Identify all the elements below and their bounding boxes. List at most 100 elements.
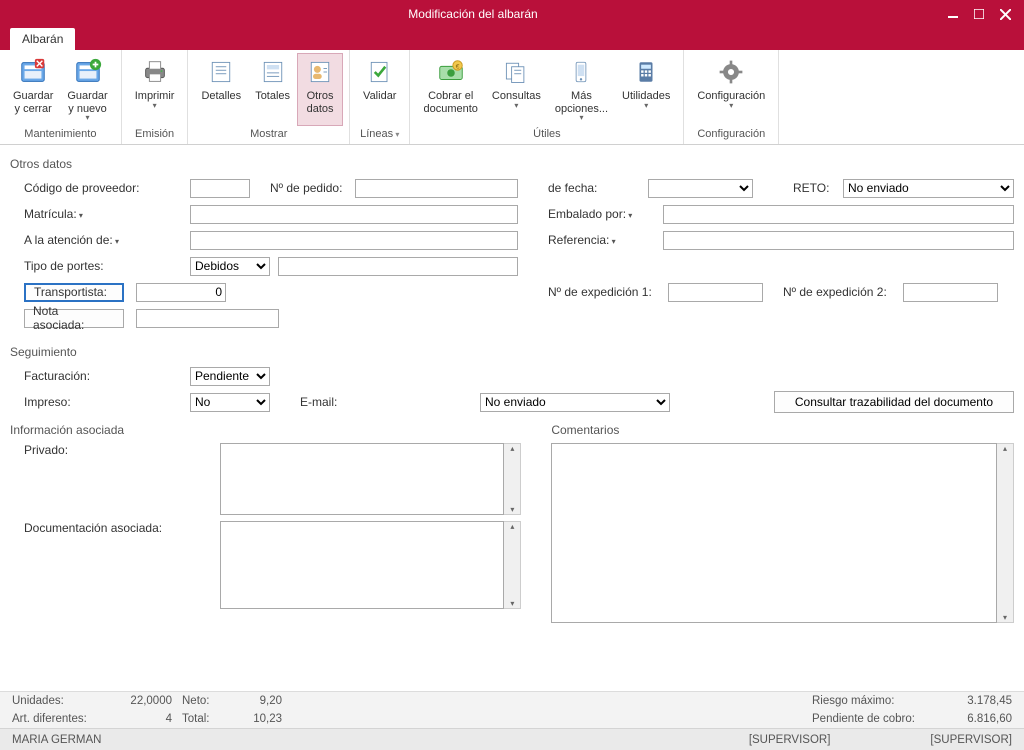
mas-opciones-button[interactable]: Más opciones... ▾ — [548, 53, 615, 126]
nota-asociada-input[interactable] — [136, 309, 279, 328]
details-icon — [205, 56, 237, 88]
footer-pendiente-label: Pendiente de cobro: — [812, 713, 942, 725]
group-mostrar-label: Mostrar — [194, 126, 343, 142]
save-close-icon — [17, 56, 49, 88]
embalado-por-input[interactable] — [663, 205, 1014, 224]
chevron-down-icon: ▾ — [579, 115, 583, 121]
tab-strip: Albarán — [0, 28, 1024, 50]
section-otros-datos: Otros datos — [10, 157, 1014, 171]
label-matricula[interactable]: Matrícula: — [10, 207, 190, 221]
section-seguimiento: Seguimiento — [10, 345, 1014, 359]
otros-datos-button[interactable]: Otros datos — [297, 53, 343, 126]
label-atencion-de[interactable]: A la atención de: — [10, 233, 190, 247]
n-exp2-input[interactable] — [903, 283, 998, 302]
reto-select[interactable]: No enviado — [843, 179, 1014, 198]
title-bar: Modificación del albarán — [0, 0, 1024, 28]
label-n-exp2: Nº de expedición 2: — [783, 285, 903, 299]
chevron-down-icon: ▾ — [86, 115, 90, 121]
facturacion-select[interactable]: Pendiente — [190, 367, 270, 386]
label-n-pedido: Nº de pedido: — [270, 181, 355, 195]
scrollbar[interactable]: ▴▾ — [504, 443, 521, 515]
imprimir-button[interactable]: Imprimir ▾ — [128, 53, 182, 126]
status-supervisor-1: [SUPERVISOR] — [749, 734, 831, 746]
other-data-icon — [304, 56, 336, 88]
trazabilidad-button[interactable]: Consultar trazabilidad del documento — [774, 391, 1014, 413]
footer-unidades-label: Unidades: — [12, 695, 102, 707]
status-user: MARIA GERMAN — [12, 734, 101, 746]
impreso-select[interactable]: No — [190, 393, 270, 412]
label-email: E-mail: — [300, 395, 480, 409]
configuracion-button[interactable]: Configuración ▾ — [690, 53, 772, 126]
footer-neto-label: Neto: — [182, 695, 232, 707]
footer-neto-value: 9,20 — [232, 695, 282, 707]
label-doc-asociada: Documentación asociada: — [10, 521, 220, 535]
chevron-down-icon: ▾ — [644, 103, 648, 109]
footer-riesgo-label: Riesgo máximo: — [812, 695, 942, 707]
validate-icon — [364, 56, 396, 88]
save-new-icon — [72, 56, 104, 88]
footer-artdif-value: 4 — [102, 713, 172, 725]
totals-icon — [257, 56, 289, 88]
nota-asociada-button[interactable]: Nota asociada: — [24, 309, 124, 328]
chevron-down-icon: ▾ — [729, 103, 733, 109]
scrollbar[interactable]: ▴▾ — [997, 443, 1014, 623]
footer-riesgo-value: 3.178,45 — [942, 695, 1012, 707]
close-button[interactable] — [992, 0, 1018, 28]
footer-total-label: Total: — [182, 713, 232, 725]
tipo-portes-extra-input[interactable] — [278, 257, 518, 276]
group-utiles-label: Útiles — [416, 126, 677, 142]
doc-asociada-textarea[interactable] — [220, 521, 504, 609]
referencia-input[interactable] — [663, 231, 1014, 250]
email-select[interactable]: No enviado — [480, 393, 670, 412]
footer: Unidades:22,0000 Neto:9,20 Riesgo máximo… — [0, 691, 1024, 750]
cash-icon: € — [435, 56, 467, 88]
label-privado: Privado: — [10, 443, 220, 457]
de-fecha-select[interactable] — [648, 179, 753, 198]
label-de-fecha: de fecha: — [548, 181, 648, 195]
n-pedido-input[interactable] — [355, 179, 518, 198]
label-reto: RETO: — [793, 181, 843, 195]
atencion-de-input[interactable] — [190, 231, 518, 250]
totales-button[interactable]: Totales — [248, 53, 297, 126]
comentarios-textarea[interactable] — [551, 443, 997, 623]
chevron-down-icon: ▾ — [514, 103, 518, 109]
maximize-button[interactable] — [966, 0, 992, 28]
phone-icon — [565, 56, 597, 88]
privado-textarea[interactable] — [220, 443, 504, 515]
status-supervisor-2: [SUPERVISOR] — [930, 734, 1012, 746]
ribbon: Guardar y cerrar Guardar y nuevo ▾ Mante… — [0, 50, 1024, 145]
n-exp1-input[interactable] — [668, 283, 763, 302]
detalles-button[interactable]: Detalles — [194, 53, 248, 126]
minimize-button[interactable] — [940, 0, 966, 28]
footer-pendiente-value: 6.816,60 — [942, 713, 1012, 725]
scrollbar[interactable]: ▴▾ — [504, 521, 521, 609]
chevron-down-icon: ▾ — [153, 103, 157, 109]
gear-icon — [715, 56, 747, 88]
label-codigo-proveedor: Código de proveedor: — [10, 181, 190, 195]
tab-albaran[interactable]: Albarán — [10, 28, 75, 50]
footer-total-value: 10,23 — [232, 713, 282, 725]
transportista-button[interactable]: Transportista: — [24, 283, 124, 302]
section-info-asociada: Información asociada — [10, 423, 521, 437]
footer-artdif-label: Art. diferentes: — [12, 713, 102, 725]
label-tipo-portes: Tipo de portes: — [10, 259, 190, 273]
consultas-icon — [500, 56, 532, 88]
label-impreso: Impreso: — [10, 395, 190, 409]
transportista-input[interactable] — [136, 283, 226, 302]
window-title: Modificación del albarán — [6, 7, 940, 21]
matricula-input[interactable] — [190, 205, 518, 224]
guardar-nuevo-button[interactable]: Guardar y nuevo ▾ — [60, 53, 114, 126]
group-config-label: Configuración — [690, 126, 772, 142]
validar-button[interactable]: Validar — [356, 53, 403, 126]
tipo-portes-select[interactable]: Debidos — [190, 257, 270, 276]
codigo-proveedor-input[interactable] — [190, 179, 250, 198]
group-emision-label: Emisión — [128, 126, 182, 142]
section-comentarios: Comentarios — [551, 423, 1014, 437]
label-embalado-por[interactable]: Embalado por: — [548, 207, 663, 221]
utilidades-button[interactable]: Utilidades ▾ — [615, 53, 677, 126]
group-lineas-label[interactable]: Líneas — [356, 126, 403, 142]
cobrar-button[interactable]: € Cobrar el documento — [416, 53, 484, 126]
consultas-button[interactable]: Consultas ▾ — [485, 53, 548, 126]
guardar-cerrar-button[interactable]: Guardar y cerrar — [6, 53, 60, 126]
label-referencia[interactable]: Referencia: — [548, 233, 663, 247]
